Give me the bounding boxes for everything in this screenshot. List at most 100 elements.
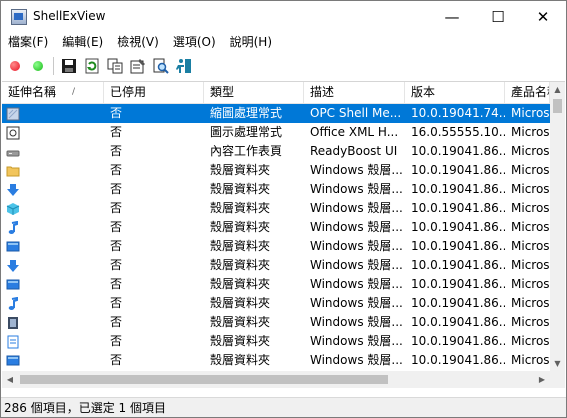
version-cell: 10.0.19041.86... (411, 220, 505, 234)
disabled-cell: 否 (110, 220, 123, 234)
menu-file[interactable]: 檔案(F) (1, 32, 55, 52)
type-cell: 殼層資料夾 (210, 182, 271, 196)
product-cell: Microsoft (511, 220, 550, 234)
minimize-button[interactable]: — (429, 1, 475, 32)
extension-name-cell (2, 180, 104, 199)
description-cell: ReadyBoost UI (310, 144, 398, 158)
version-cell: 10.0.19041.86... (411, 201, 505, 215)
version-cell: 16.0.55555.10... (411, 125, 505, 139)
3d-objects-icon (6, 202, 20, 216)
vertical-scrollbar[interactable]: ▲ ▼ (550, 82, 565, 371)
scroll-right-icon[interactable]: ▶ (534, 371, 550, 388)
table-row[interactable]: 否 殼層資料夾 Windows 殼層... 10.0.19041.86... Micro… (2, 294, 550, 313)
table-row[interactable]: 否 圖示處理常式 Office XML H... 16.0.55555.10... Mi… (2, 123, 550, 142)
extension-name-cell (2, 294, 104, 313)
product-cell: Microsoft (511, 258, 550, 272)
menu-help[interactable]: 說明(H) (223, 32, 279, 52)
close-button[interactable]: ✕ (520, 1, 566, 32)
product-cell: Microsoft (511, 239, 550, 253)
table-row[interactable]: 否 殼層資料夾 Windows 殼層... 10.0.19041.86... Micro… (2, 351, 550, 370)
description-cell: Windows 殼層... (310, 353, 403, 367)
refresh-icon (85, 58, 99, 74)
exit-button[interactable] (174, 56, 194, 76)
disabled-cell: 否 (110, 163, 123, 177)
enable-button[interactable] (28, 56, 48, 76)
extension-list[interactable]: 延伸名稱 / 已停用 類型 描述 版本 產品名稱 否 縮圖處理常式 OPC Shel… (2, 81, 565, 388)
type-cell: 殼層資料夾 (210, 315, 271, 329)
table-row[interactable]: 否 縮圖處理常式 OPC Shell Me... 10.0.19041.74... Mi… (2, 104, 550, 123)
version-cell: 10.0.19041.86... (411, 163, 505, 177)
type-cell: 殼層資料夾 (210, 353, 271, 367)
maximize-button[interactable]: ☐ (475, 1, 521, 32)
version-cell: 10.0.19041.86... (411, 296, 505, 310)
copy-button[interactable] (105, 56, 125, 76)
vertical-scroll-thumb[interactable] (553, 99, 562, 113)
column-header-version[interactable]: 版本 (405, 82, 505, 103)
table-row[interactable]: 否 殼層資料夾 Windows 殼層... 10.0.19041.86... Micro… (2, 180, 550, 199)
enable-icon (33, 61, 43, 71)
save-button[interactable] (59, 56, 79, 76)
download-icon (6, 259, 20, 273)
extension-name-cell (2, 104, 104, 123)
table-row[interactable]: 否 殼層資料夾 Windows 殼層... 10.0.19041.86... Micro… (2, 332, 550, 351)
status-bar: 286 個項目，已選定 1 個項目 (1, 397, 566, 417)
horizontal-scroll-thumb[interactable] (20, 375, 388, 384)
version-cell: 10.0.19041.86... (411, 258, 505, 272)
column-header-product[interactable]: 產品名稱 (505, 82, 550, 103)
type-cell: 殼層資料夾 (210, 220, 271, 234)
disable-button[interactable] (5, 56, 25, 76)
description-cell: Windows 殼層... (310, 163, 403, 177)
column-header-name[interactable]: 延伸名稱 / (2, 82, 104, 103)
description-cell: Windows 殼層... (310, 220, 403, 234)
type-cell: 縮圖處理常式 (210, 106, 283, 120)
extension-name-cell (2, 142, 104, 161)
refresh-button[interactable] (82, 56, 102, 76)
scroll-up-icon[interactable]: ▲ (550, 82, 565, 97)
extension-name-cell (2, 256, 104, 275)
product-cell: Microsoft (511, 201, 550, 215)
title-bar[interactable]: ShellExView — ☐ ✕ (1, 1, 566, 32)
table-row[interactable]: 否 殼層資料夾 Windows 殼層... 10.0.19041.86... Micro… (2, 218, 550, 237)
version-cell: 10.0.19041.86... (411, 315, 505, 329)
type-cell: 圖示處理常式 (210, 125, 283, 139)
horizontal-scrollbar[interactable]: ◀ ▶ (2, 371, 550, 388)
menu-edit[interactable]: 編輯(E) (55, 32, 110, 52)
column-header-disabled[interactable]: 已停用 (104, 82, 204, 103)
disabled-cell: 否 (110, 182, 123, 196)
extension-name-cell (2, 237, 104, 256)
product-cell: Microsoft (511, 277, 550, 291)
table-row[interactable]: 否 殼層資料夾 Windows 殼層... 10.0.19041.86... Micro… (2, 275, 550, 294)
column-header-type[interactable]: 類型 (204, 82, 304, 103)
table-row[interactable]: 否 殼層資料夾 Windows 殼層... 10.0.19041.86... Micro… (2, 161, 550, 180)
table-row[interactable]: 否 殼層資料夾 Windows 殼層... 10.0.19041.86... Micro… (2, 256, 550, 275)
menu-options[interactable]: 選項(O) (166, 32, 223, 52)
column-header-description[interactable]: 描述 (304, 82, 405, 103)
scroll-down-icon[interactable]: ▼ (550, 356, 565, 371)
product-cell: Microsoft (511, 296, 550, 310)
scroll-left-icon[interactable]: ◀ (2, 371, 18, 388)
app-icon (11, 9, 27, 25)
table-row[interactable]: 否 殼層資料夾 Windows 殼層... 10.0.19041.86... Micro… (2, 199, 550, 218)
disabled-cell: 否 (110, 201, 123, 215)
copy-icon (107, 58, 123, 74)
table-row[interactable]: 否 殼層資料夾 Windows 殼層... 10.0.19041.86... Micro… (2, 237, 550, 256)
disabled-cell: 否 (110, 353, 123, 367)
music-icon (6, 296, 20, 311)
description-cell: Windows 殼層... (310, 258, 403, 272)
table-row[interactable]: 否 內容工作表頁 ReadyBoost UI 10.0.19041.86... Micr… (2, 142, 550, 161)
desktop-icon (6, 240, 20, 254)
description-cell: Windows 殼層... (310, 334, 403, 348)
properties-button[interactable] (128, 56, 148, 76)
type-cell: 殼層資料夾 (210, 334, 271, 348)
description-cell: Windows 殼層... (310, 277, 403, 291)
find-button[interactable] (151, 56, 171, 76)
disabled-cell: 否 (110, 125, 123, 139)
menu-view[interactable]: 檢視(V) (110, 32, 166, 52)
description-cell: Windows 殼層... (310, 201, 403, 215)
desktop-icon (6, 354, 20, 368)
toolbar-separator (53, 57, 54, 75)
table-row[interactable]: 否 殼層資料夾 Windows 殼層... 10.0.19041.86... Micro… (2, 313, 550, 332)
extension-name-cell (2, 123, 104, 142)
drive-icon (6, 145, 20, 159)
type-cell: 殼層資料夾 (210, 239, 271, 253)
